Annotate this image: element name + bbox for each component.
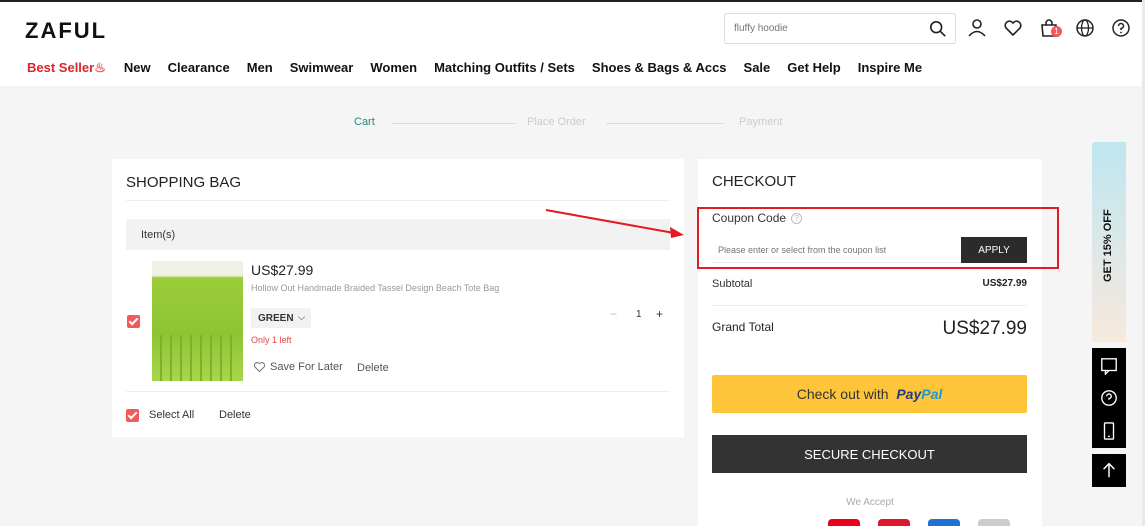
arrow-up-icon [1103, 462, 1115, 478]
checkout-title: CHECKOUT [712, 173, 797, 190]
checkout-progress: Cart Place Order Payment [354, 116, 794, 130]
item-checkbox[interactable] [127, 315, 140, 328]
cart-icon[interactable]: 1 [1039, 18, 1062, 38]
items-header-label: Item(s) [141, 229, 176, 241]
step-divider [606, 123, 724, 124]
annotation-arrow [545, 209, 684, 238]
product-image[interactable] [152, 261, 243, 381]
nav-women[interactable]: Women [370, 60, 417, 76]
search-icon[interactable] [929, 20, 947, 38]
help-icon[interactable] [1100, 389, 1118, 407]
quantity-stepper: − 1 + [610, 307, 668, 323]
product-price: US$27.99 [251, 262, 314, 278]
grand-total-label: Grand Total [712, 320, 774, 334]
maestro-icon [878, 519, 910, 526]
step-payment: Payment [739, 116, 783, 128]
subtotal-label: Subtotal [712, 278, 753, 290]
chevron-down-icon: ⌵ [298, 312, 305, 322]
paypal-checkout-button[interactable]: Check out with PayPal [712, 375, 1027, 413]
cart-count-badge: 1 [1051, 26, 1062, 37]
side-toolbar [1092, 348, 1126, 448]
color-selector-value: GREEN [258, 313, 294, 324]
search-input[interactable] [725, 14, 915, 43]
back-to-top-button[interactable] [1092, 454, 1126, 487]
nav-best-seller[interactable]: Best Seller♨ [27, 60, 106, 76]
feedback-icon[interactable] [1100, 357, 1118, 375]
shopping-bag-title: SHOPPING BAG [126, 174, 242, 191]
increase-quantity-button[interactable]: + [656, 307, 663, 321]
nav-shoes-bags-accs[interactable]: Shoes & Bags & Accs [592, 60, 727, 76]
stock-note: Only 1 left [251, 335, 292, 345]
select-all-label[interactable]: Select All [149, 409, 194, 421]
help-icon[interactable] [1111, 18, 1131, 38]
secure-checkout-button[interactable]: SECURE CHECKOUT [712, 435, 1027, 473]
paypal-logo-pal: Pal [921, 386, 943, 402]
subtotal-value: US$27.99 [982, 278, 1027, 289]
product-name[interactable]: Hollow Out Handmade Braided Tassel Desig… [251, 283, 499, 293]
step-cart: Cart [354, 116, 375, 128]
divider [712, 305, 1027, 306]
step-divider [392, 123, 516, 124]
save-for-later-label: Save For Later [270, 361, 343, 373]
search-box[interactable] [724, 13, 956, 44]
user-icon[interactable] [967, 18, 987, 38]
select-all-checkbox[interactable] [126, 409, 139, 422]
nav-get-help[interactable]: Get Help [787, 60, 840, 76]
decrease-quantity-button[interactable]: − [610, 307, 617, 321]
promo-label: GET 15% OFF [1102, 209, 1114, 282]
payment-cards [828, 519, 1010, 526]
delete-item-button[interactable]: Delete [357, 362, 389, 374]
main-nav: Best Seller♨ New Clearance Men Swimwear … [27, 60, 939, 76]
nav-clearance[interactable]: Clearance [168, 60, 230, 76]
paypal-logo-pay: Pay [896, 386, 922, 402]
paypal-button-label: Check out with [796, 386, 889, 402]
nav-swimwear[interactable]: Swimwear [290, 60, 354, 76]
divider [126, 391, 670, 392]
discount-promo-tab[interactable]: GET 15% OFF [1092, 142, 1126, 342]
zaful-logo[interactable]: ZAFUL [25, 18, 107, 44]
grand-total-value: US$27.99 [942, 318, 1027, 339]
nav-new[interactable]: New [124, 60, 151, 76]
nav-matching-outfits[interactable]: Matching Outfits / Sets [434, 60, 575, 76]
we-accept-label: We Accept [846, 497, 894, 508]
nav-inspire-me[interactable]: Inspire Me [858, 60, 922, 76]
step-place-order: Place Order [527, 116, 586, 128]
globe-icon[interactable] [1075, 18, 1095, 38]
nav-sale[interactable]: Sale [744, 60, 771, 76]
mastercard-icon [828, 519, 860, 526]
nav-men[interactable]: Men [247, 60, 273, 76]
color-selector[interactable]: GREEN ⌵ [251, 308, 311, 328]
delete-selected-button[interactable]: Delete [219, 409, 251, 421]
card-icon [978, 519, 1010, 526]
nav-best-seller-label: Best Seller [27, 60, 95, 75]
amex-icon [928, 519, 960, 526]
mobile-app-icon[interactable] [1100, 422, 1118, 440]
heart-icon [253, 362, 266, 373]
annotation-highlight-box [697, 207, 1059, 269]
site-header: ZAFUL 1 Best Seller♨ New Clearance Men S… [0, 0, 1145, 86]
flame-icon: ♨ [94, 60, 106, 75]
save-for-later-button[interactable]: Save For Later [253, 361, 343, 373]
heart-icon[interactable] [1003, 18, 1023, 38]
quantity-value: 1 [636, 309, 642, 320]
